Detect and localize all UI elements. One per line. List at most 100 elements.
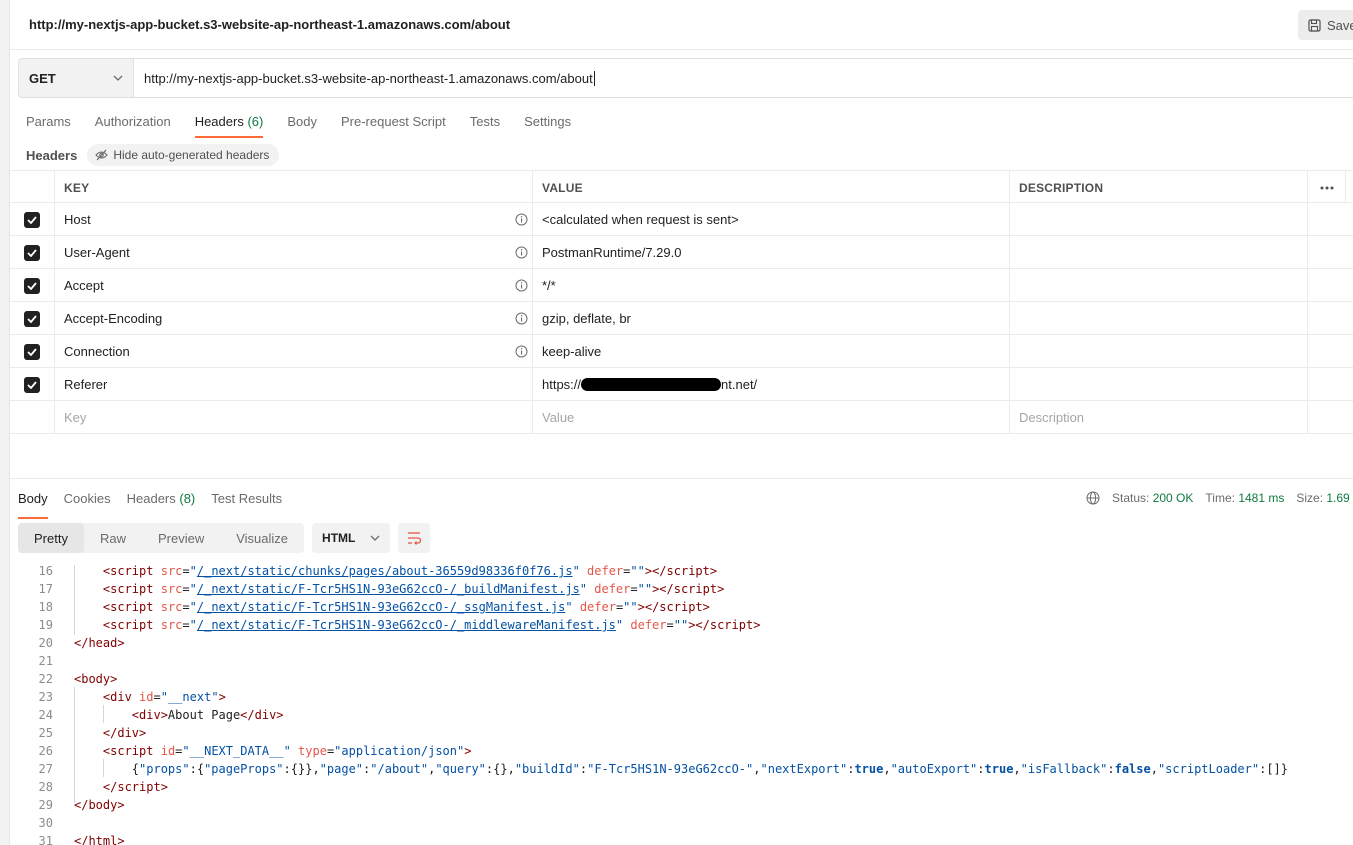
language-select[interactable]: HTML: [312, 523, 391, 553]
url-value: http://my-nextjs-app-bucket.s3-website-a…: [144, 70, 593, 86]
header-value[interactable]: */*: [533, 269, 1010, 302]
row-checkbox[interactable]: [10, 236, 55, 269]
more-options-icon[interactable]: [1308, 171, 1346, 204]
line-number: 23: [38, 690, 53, 704]
header-value[interactable]: keep-alive: [533, 335, 1010, 368]
view-preview-button[interactable]: Preview: [142, 523, 220, 553]
header-description[interactable]: [1010, 269, 1308, 302]
script-link[interactable]: /_next/static/F-Tcr5HS1N-93eG62ccO-/_mid…: [197, 618, 616, 632]
tab-response-body[interactable]: Body: [18, 491, 48, 519]
code-text: <div>About Page</div>: [131, 708, 284, 722]
row-checkbox[interactable]: [10, 335, 55, 368]
row-checkbox[interactable]: [10, 302, 55, 335]
value-text: */*: [542, 278, 556, 293]
header-value[interactable]: https:// nt.net/: [533, 368, 1010, 401]
code-line: 21: [10, 652, 1353, 670]
header-description[interactable]: [1010, 203, 1308, 236]
code-text: {"props":{"pageProps":{}},"page":"/about…: [74, 762, 1289, 776]
info-icon[interactable]: [515, 345, 528, 358]
header-description[interactable]: [1010, 236, 1308, 269]
view-visualize-button[interactable]: Visualize: [220, 523, 304, 553]
row-checkbox[interactable]: [10, 368, 55, 401]
new-description-input[interactable]: Description: [1010, 401, 1308, 434]
tab-params[interactable]: Params: [26, 114, 71, 138]
header-description[interactable]: [1010, 368, 1308, 401]
line-number: 30: [38, 816, 53, 830]
line-number: 17: [38, 582, 53, 596]
line-number: 16: [38, 565, 53, 578]
header-key[interactable]: Host: [55, 203, 533, 236]
script-link[interactable]: /_next/static/F-Tcr5HS1N-93eG62ccO-/_ssg…: [197, 600, 565, 614]
header-value[interactable]: <calculated when request is sent>: [533, 203, 1010, 236]
key-text: Host: [64, 212, 91, 227]
tab-body[interactable]: Body: [287, 114, 317, 138]
line-number: 26: [38, 744, 53, 758]
code-line: 20 </head>: [10, 634, 1353, 652]
code-line: 18 <script src="/_next/static/F-Tcr5HS1N…: [10, 598, 1353, 616]
table-row: Accept-Encoding gzip, deflate, br: [10, 302, 1353, 335]
method-select[interactable]: GET: [18, 58, 134, 98]
row-checkbox[interactable]: [10, 269, 55, 302]
size-info[interactable]: Size: 1.69 K: [1296, 491, 1353, 505]
globe-icon[interactable]: [1086, 491, 1100, 505]
header-value[interactable]: gzip, deflate, br: [533, 302, 1010, 335]
script-link[interactable]: /_next/static/chunks/pages/about-36559d9…: [197, 565, 573, 578]
header-description[interactable]: [1010, 335, 1308, 368]
value-text: gzip, deflate, br: [542, 311, 631, 326]
header-key[interactable]: User-Agent: [55, 236, 533, 269]
line-number: 27: [38, 762, 53, 776]
tab-settings[interactable]: Settings: [524, 114, 571, 138]
tab-pre-request-script[interactable]: Pre-request Script: [341, 114, 446, 138]
header-key[interactable]: Accept-Encoding: [55, 302, 533, 335]
response-code-viewer[interactable]: 16 <script src="/_next/static/chunks/pag…: [10, 565, 1353, 845]
save-button[interactable]: Save: [1298, 10, 1353, 40]
info-icon[interactable]: [515, 246, 528, 259]
script-link[interactable]: /_next/static/F-Tcr5HS1N-93eG62ccO-/_bui…: [197, 582, 580, 596]
code-text: <script id="__NEXT_DATA__" type="applica…: [102, 744, 472, 758]
key-text: Referer: [64, 377, 108, 392]
header-value[interactable]: PostmanRuntime/7.29.0: [533, 236, 1010, 269]
info-icon[interactable]: [515, 213, 528, 226]
table-row: Host <calculated when request is sent>: [10, 203, 1353, 236]
json-isfallback-value: false: [1114, 762, 1151, 776]
line-number: 20: [38, 636, 53, 650]
tab-tests[interactable]: Tests: [470, 114, 500, 138]
request-title[interactable]: http://my-nextjs-app-bucket.s3-website-a…: [29, 17, 510, 32]
empty-check-cell: [10, 401, 55, 434]
url-input[interactable]: http://my-nextjs-app-bucket.s3-website-a…: [134, 58, 1353, 98]
header-description[interactable]: [1010, 302, 1308, 335]
new-key-input[interactable]: Key: [55, 401, 533, 434]
code-text: </head>: [74, 636, 125, 650]
tab-authorization[interactable]: Authorization: [95, 114, 171, 138]
div-id-value: __next: [167, 690, 212, 704]
header-key[interactable]: Accept: [55, 269, 533, 302]
chevron-down-icon: [113, 75, 123, 81]
view-mode-group: Pretty Raw Preview Visualize: [18, 523, 305, 553]
code-line: 30: [10, 814, 1353, 832]
row-checkbox[interactable]: [10, 203, 55, 236]
tab-test-results[interactable]: Test Results: [211, 491, 282, 513]
hide-auto-headers-button[interactable]: Hide auto-generated headers: [87, 144, 280, 166]
tab-headers[interactable]: Headers (6): [194, 114, 263, 138]
code-line: 24 <div>About Page</div>: [10, 706, 1353, 724]
code-text: </body>: [74, 798, 125, 812]
tab-response-cookies[interactable]: Cookies: [64, 491, 111, 513]
status-info[interactable]: Status: 200 OK: [1112, 491, 1193, 505]
save-label: Save: [1327, 17, 1353, 33]
info-icon[interactable]: [515, 312, 528, 325]
info-icon[interactable]: [515, 279, 528, 292]
wrap-lines-button[interactable]: [398, 523, 431, 553]
code-line: 26 <script id="__NEXT_DATA__" type="appl…: [10, 742, 1353, 760]
ellipsis-icon: [1320, 186, 1333, 189]
new-value-input[interactable]: Value: [533, 401, 1010, 434]
time-info[interactable]: Time: 1481 ms: [1205, 491, 1284, 505]
line-number: 21: [38, 654, 53, 668]
tab-response-headers[interactable]: Headers (8): [127, 491, 196, 513]
view-pretty-button[interactable]: Pretty: [18, 523, 84, 553]
code-line: 25 </div>: [10, 724, 1353, 742]
view-raw-button[interactable]: Raw: [84, 523, 142, 553]
header-key[interactable]: Connection: [55, 335, 533, 368]
tab-label: Body: [18, 491, 48, 506]
header-key[interactable]: Referer: [55, 368, 533, 401]
line-number: 31: [38, 834, 53, 845]
